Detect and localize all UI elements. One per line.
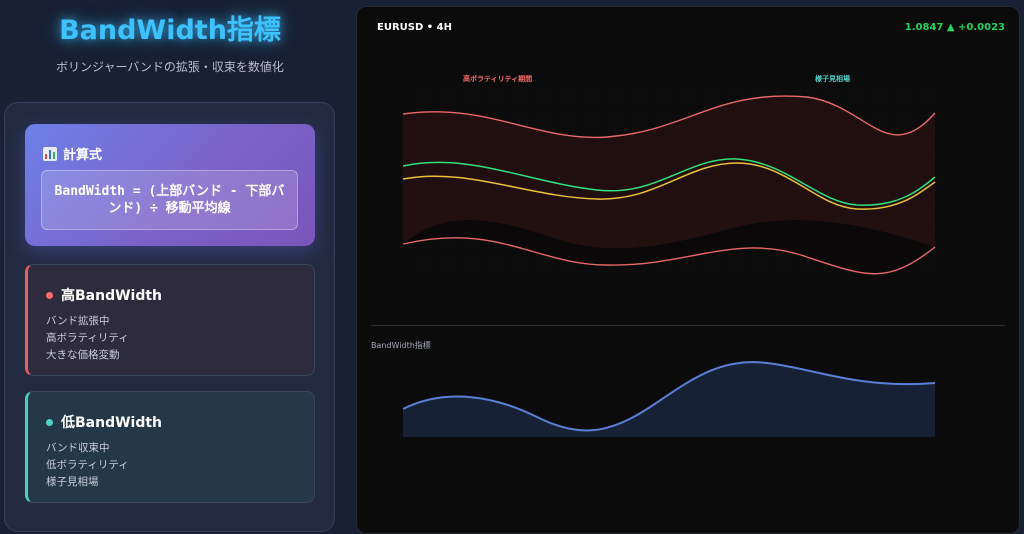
formula-card: 計算式 BandWidth = (上部バンド - 下部バンド) ÷ 移動平均線 xyxy=(25,124,315,246)
chart-panel: EURUSD • 4H 1.0847 ▲ +0.0023 高ボラティリティ期間 … xyxy=(356,6,1020,534)
low-bandwidth-card: 低BandWidth バンド収束中 低ボラティリティ 様子見相場 xyxy=(25,391,315,503)
high-line: 高ボラティリティ xyxy=(46,332,129,344)
formula-heading: 計算式 xyxy=(43,144,102,163)
low-line: バンド収束中 xyxy=(46,442,110,454)
high-line: 大きな価格変動 xyxy=(46,349,120,361)
high-bandwidth-title: 高BandWidth xyxy=(61,288,163,304)
panel-divider xyxy=(371,325,1005,326)
high-line: バンド拡張中 xyxy=(46,315,110,327)
high-volatility-label: 高ボラティリティ期間 xyxy=(463,75,533,83)
low-line: 様子見相場 xyxy=(46,476,99,488)
info-sidebar: BandWidth指標 ボリンジャーバンドの拡張・収束を数値化 計算式 Band… xyxy=(0,0,340,534)
bar-chart-icon xyxy=(43,146,57,161)
bandwidth-indicator-label: BandWidth指標 xyxy=(371,341,431,350)
bollinger-chart xyxy=(402,87,936,437)
low-bandwidth-title: 低BandWidth xyxy=(61,415,163,431)
formula-text: BandWidth = (上部バンド - 下部バンド) ÷ 移動平均線 xyxy=(41,170,298,230)
page-title: BandWidth指標 xyxy=(59,15,281,46)
teal-dot-icon xyxy=(46,418,53,426)
range-market-label: 様子見相場 xyxy=(815,75,850,83)
formula-heading-label: 計算式 xyxy=(63,148,103,163)
high-bandwidth-card: 高BandWidth バンド拡張中 高ボラティリティ 大きな価格変動 xyxy=(25,264,315,376)
low-line: 低ボラティリティ xyxy=(46,459,129,471)
red-dot-icon xyxy=(46,291,53,299)
page-subtitle: ボリンジャーバンドの拡張・収束を数値化 xyxy=(56,60,284,74)
